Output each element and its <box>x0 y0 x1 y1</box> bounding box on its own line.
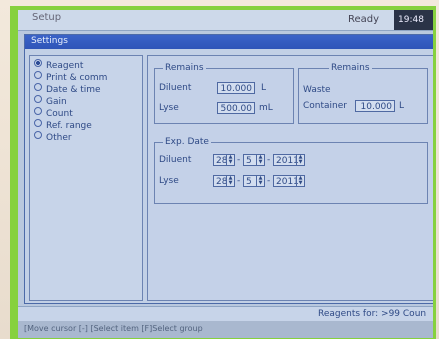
status-text: Ready <box>348 14 380 25</box>
diluent-month-spinner[interactable]: 5 ▲ ▼ <box>243 154 265 166</box>
lyse-month-spinner[interactable]: 5 ▲ ▼ <box>243 175 265 187</box>
reagents-count-text: Reagents for: >99 Coun <box>318 309 427 319</box>
lyse-year-spinner[interactable]: 2011 ▲ ▼ <box>273 175 305 187</box>
menu-item-ref-range[interactable]: Ref. range <box>34 119 92 131</box>
lyse-unit: mL <box>259 103 273 113</box>
key-hint-text: [Move cursor [-] [Select item [F]Select … <box>24 324 203 333</box>
lyse-label: Lyse <box>159 103 179 113</box>
lyse-remains-field[interactable]: 500.00 <box>217 102 255 114</box>
settings-menu: Reagent Print & comm Date & time Gain Co… <box>29 55 143 301</box>
spin-arrows-icon[interactable]: ▲ ▼ <box>226 155 234 165</box>
menu-item-count[interactable]: Count <box>34 107 73 119</box>
clock: 19:48 <box>394 10 433 30</box>
remains-legend-right: Remains <box>329 63 372 73</box>
remains-group-left: Remains Diluent 10.000 L Lyse 500.00 mL <box>154 63 294 124</box>
diluent-unit: L <box>261 83 267 93</box>
spin-arrows-icon[interactable]: ▲ ▼ <box>296 176 304 186</box>
window-title: Settings <box>31 36 68 46</box>
top-status-bar: Setup Ready 19:48 <box>18 10 433 31</box>
spin-arrows-icon[interactable]: ▲ ▼ <box>256 155 264 165</box>
diluent-day-spinner[interactable]: 28 ▲ ▼ <box>213 154 235 166</box>
menu-item-gain[interactable]: Gain <box>34 95 67 107</box>
mode-title: Setup <box>32 12 62 23</box>
settings-window: Settings Reagent Print & comm Date & tim… <box>24 34 433 304</box>
menu-item-date-time[interactable]: Date & time <box>34 83 101 95</box>
lyse-day-spinner[interactable]: 28 ▲ ▼ <box>213 175 235 187</box>
exp-date-legend: Exp. Date <box>163 137 211 147</box>
device-screen: Setup Ready 19:48 Settings Reagent Print… <box>18 10 433 338</box>
menu-item-other[interactable]: Other <box>34 131 72 143</box>
key-hint-bar: [Move cursor [-] [Select item [F]Select … <box>18 321 433 338</box>
diluent-label: Diluent <box>159 83 192 93</box>
remains-legend: Remains <box>163 63 206 73</box>
spin-arrows-icon[interactable]: ▲ ▼ <box>226 176 234 186</box>
radio-selected-icon <box>34 59 42 67</box>
remains-group-right: Remains Waste Container 10.000 L <box>298 63 428 124</box>
container-label: Container <box>303 101 347 111</box>
menu-item-reagent[interactable]: Reagent <box>34 59 83 71</box>
radio-icon <box>34 107 42 115</box>
container-unit: L <box>399 101 405 111</box>
spin-arrows-icon[interactable]: ▲ ▼ <box>296 155 304 165</box>
reagent-footer: Reagents for: >99 Coun <box>18 306 433 321</box>
waste-label: Waste <box>303 85 331 95</box>
radio-icon <box>34 119 42 127</box>
container-field[interactable]: 10.000 <box>355 100 395 112</box>
diluent-year-spinner[interactable]: 2011 ▲ ▼ <box>273 154 305 166</box>
exp-diluent-label: Diluent <box>159 155 192 165</box>
reagent-panel: Remains Diluent 10.000 L Lyse 500.00 mL … <box>147 55 433 301</box>
radio-icon <box>34 71 42 79</box>
radio-icon <box>34 95 42 103</box>
exp-lyse-label: Lyse <box>159 176 179 186</box>
window-titlebar: Settings <box>25 35 433 49</box>
exp-date-group: Exp. Date Diluent 28 ▲ ▼ - 5 ▲ ▼ - 2011 ▲ ▼ Ly… <box>154 137 428 204</box>
menu-item-print-comm[interactable]: Print & comm <box>34 71 107 83</box>
radio-icon <box>34 83 42 91</box>
spin-arrows-icon[interactable]: ▲ ▼ <box>256 176 264 186</box>
diluent-remains-field[interactable]: 10.000 <box>217 82 255 94</box>
radio-icon <box>34 131 42 139</box>
